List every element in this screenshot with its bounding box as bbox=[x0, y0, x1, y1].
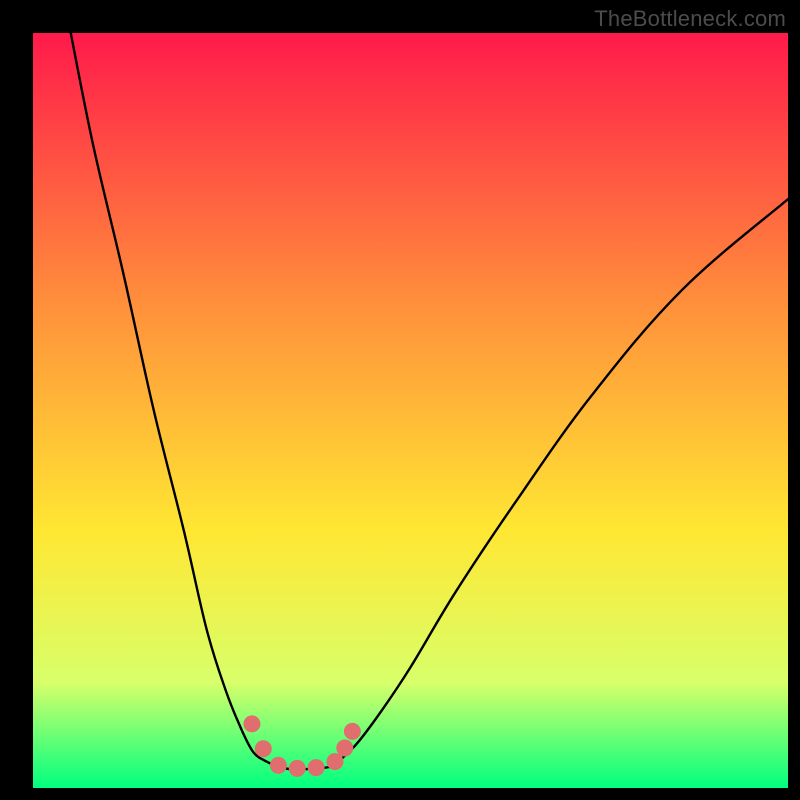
valley-marker bbox=[243, 715, 260, 732]
plot-background bbox=[33, 33, 788, 788]
valley-marker bbox=[289, 760, 306, 777]
bottleneck-chart bbox=[0, 0, 800, 800]
valley-marker bbox=[308, 759, 325, 776]
valley-marker bbox=[255, 740, 272, 757]
valley-marker bbox=[336, 739, 353, 756]
valley-marker bbox=[270, 757, 287, 774]
chart-frame: { "watermark": "TheBottleneck.com", "cha… bbox=[0, 0, 800, 800]
valley-marker bbox=[344, 723, 361, 740]
valley-marker bbox=[327, 753, 344, 770]
watermark-text: TheBottleneck.com bbox=[594, 6, 786, 32]
